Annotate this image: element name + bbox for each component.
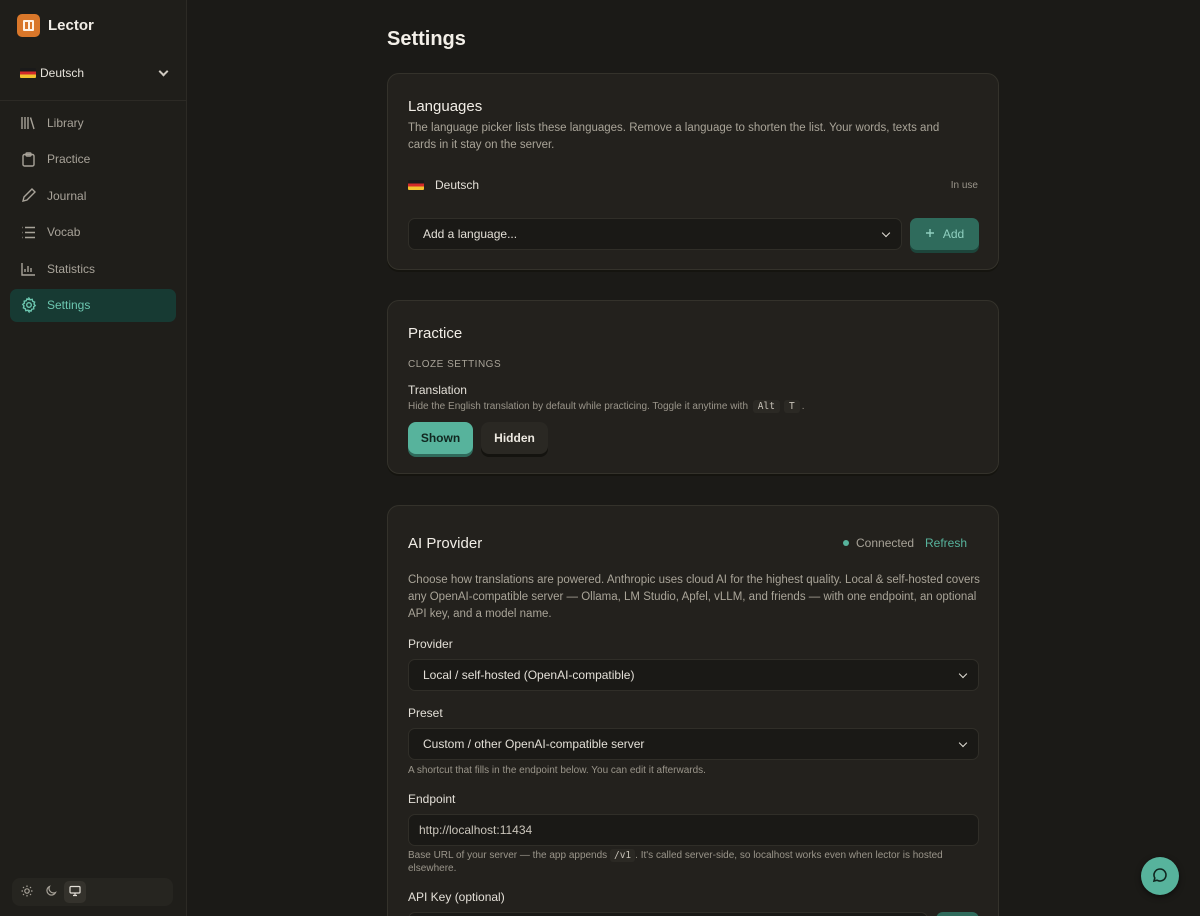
translation-label: Translation <box>408 383 467 397</box>
page-title: Settings <box>387 28 466 50</box>
endpoint-path-code: /v1 <box>609 849 636 862</box>
chat-bubble-icon <box>1152 867 1168 886</box>
api-key-input[interactable] <box>408 912 928 916</box>
language-status: In use <box>950 180 978 191</box>
sidebar-divider <box>0 100 186 101</box>
provider-select[interactable]: Local / self-hosted (OpenAI-compatible) <box>408 659 979 691</box>
endpoint-hint: Base URL of your server — the app append… <box>408 849 968 875</box>
theme-light-button[interactable] <box>16 881 38 903</box>
brand[interactable]: Lector <box>17 14 94 37</box>
translation-hidden-button[interactable]: Hidden <box>481 422 548 454</box>
theme-switcher <box>12 878 173 906</box>
theme-system-button[interactable] <box>64 881 86 903</box>
translation-hint-text: Hide the English translation by default … <box>408 401 748 412</box>
preset-select-value: Custom / other OpenAI-compatible server <box>423 737 645 751</box>
app-name: Lector <box>48 17 94 34</box>
cloze-settings-heading: CLOZE SETTINGS <box>408 359 502 370</box>
pencil-icon <box>20 187 37 204</box>
languages-description: The language picker lists these language… <box>408 122 940 151</box>
api-key-label: API Key (optional) <box>408 890 505 904</box>
endpoint-input[interactable]: http://localhost:11434 <box>408 814 979 846</box>
plus-icon <box>925 227 935 241</box>
preset-label: Preset <box>408 706 443 720</box>
languages-card: Languages The language picker lists thes… <box>387 73 999 270</box>
language-switcher-label: Deutsch <box>40 66 85 80</box>
language-row: Deutsch <box>408 178 479 192</box>
feedback-chat-button[interactable] <box>1141 857 1179 895</box>
translation-shown-button[interactable]: Shown <box>408 422 473 454</box>
gear-icon <box>20 297 37 314</box>
sidebar-item-vocab[interactable]: Vocab <box>10 216 176 249</box>
refresh-link[interactable]: Refresh <box>925 536 967 550</box>
ai-provider-card: AI Provider Connected Refresh Choose how… <box>387 505 999 916</box>
add-language-button-label: Add <box>942 227 965 241</box>
connection-status-text: Connected <box>856 536 915 550</box>
chart-icon <box>20 260 37 277</box>
provider-select-value: Local / self-hosted (OpenAI-compatible) <box>423 668 635 682</box>
chevron-down-icon <box>958 738 968 748</box>
sidebar-item-label: Practice <box>47 152 91 167</box>
clipboard-icon <box>20 151 37 168</box>
sidebar-item-journal[interactable]: Journal <box>10 179 176 212</box>
sidebar-item-settings[interactable]: Settings <box>10 288 176 322</box>
moon-icon <box>45 884 57 900</box>
german-flag-icon <box>408 180 424 190</box>
preset-select[interactable]: Custom / other OpenAI-compatible server <box>408 728 979 760</box>
german-flag-icon <box>20 68 36 78</box>
library-icon <box>20 114 37 131</box>
language-row-name: Deutsch <box>435 178 480 192</box>
ai-provider-description: Choose how translations are powered. Ant… <box>408 574 980 620</box>
sidebar: Lector Deutsch Library Practice Journal <box>0 0 187 916</box>
sidebar-item-label: Vocab <box>47 225 81 240</box>
sidebar-item-label: Library <box>47 115 84 130</box>
alt-key: Alt <box>752 400 780 413</box>
endpoint-label: Endpoint <box>408 792 456 806</box>
sidebar-nav: Library Practice Journal Vocab Statistic… <box>10 106 176 326</box>
practice-card: Practice CLOZE SETTINGS Translation Hide… <box>387 300 999 474</box>
t-key: T <box>783 400 800 413</box>
provider-label: Provider <box>408 637 453 651</box>
sidebar-item-statistics[interactable]: Statistics <box>10 252 176 285</box>
sidebar-item-practice[interactable]: Practice <box>10 143 176 176</box>
sidebar-item-label: Statistics <box>47 261 96 276</box>
add-language-select[interactable]: Add a language... <box>408 218 902 250</box>
chevron-down-icon <box>958 669 968 679</box>
api-key-save-button[interactable] <box>936 912 979 916</box>
list-icon <box>20 224 37 241</box>
language-switcher[interactable]: Deutsch <box>10 58 177 88</box>
sun-icon <box>21 885 33 900</box>
sidebar-item-label: Journal <box>47 188 87 203</box>
translation-hint-end: . <box>801 401 805 412</box>
sidebar-item-library[interactable]: Library <box>10 106 176 139</box>
chevron-down-icon <box>881 228 891 238</box>
connection-status: Connected <box>843 536 914 550</box>
add-language-button[interactable]: Add <box>910 218 979 250</box>
add-language-select-value: Add a language... <box>423 227 518 241</box>
sidebar-item-label: Settings <box>47 298 91 313</box>
book-logo-icon <box>17 14 40 37</box>
languages-title: Languages <box>408 98 483 115</box>
endpoint-hint-text: Base URL of your server — the app append… <box>408 850 608 861</box>
preset-hint: A shortcut that fills in the endpoint be… <box>408 765 706 776</box>
status-dot-icon <box>843 540 849 546</box>
theme-dark-button[interactable] <box>40 881 62 903</box>
chevron-down-icon <box>158 66 169 76</box>
endpoint-input-value: http://localhost:11434 <box>419 823 533 837</box>
ai-provider-title: AI Provider <box>408 535 483 552</box>
monitor-icon <box>69 885 81 900</box>
translation-hint: Hide the English translation by default … <box>408 400 804 413</box>
practice-title: Practice <box>408 325 463 342</box>
